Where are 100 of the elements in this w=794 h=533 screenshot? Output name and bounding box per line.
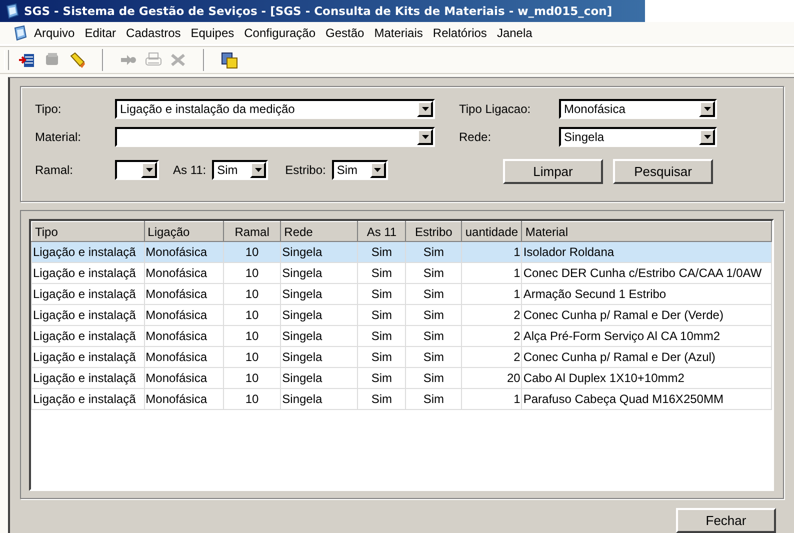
table-cell: Sim <box>405 346 462 368</box>
close-button[interactable]: Fechar <box>676 508 776 533</box>
table-cell: Sim <box>405 284 462 304</box>
column-header[interactable]: Tipo <box>32 222 144 242</box>
menu-item[interactable]: Arquivo <box>30 24 79 42</box>
menu-item[interactable]: Configuração <box>240 24 320 42</box>
caret-icon <box>146 168 152 172</box>
dropdown-field[interactable]: Monofásica <box>559 99 717 119</box>
table-cell: 1 <box>462 262 522 284</box>
menu-item[interactable]: Editar <box>80 24 120 42</box>
dropdown-value: Ligação e instalação da medição <box>119 101 296 117</box>
menu-item[interactable]: Janela <box>492 24 536 42</box>
table-cell: Sim <box>358 262 406 284</box>
table-row[interactable]: Ligação e instalaçã Monofásica 10 Singela Sim Sim 2 Conec Cunha p/ Ramal e Der (Azul) <box>32 346 772 368</box>
dropdown-field[interactable]: Sim <box>332 160 388 180</box>
table-cell: 10 <box>223 262 281 284</box>
table-cell: Singela <box>280 262 358 284</box>
dropdown-value: Monofásica <box>563 101 626 117</box>
caret-icon <box>254 168 262 172</box>
table-cell: 10 <box>223 346 281 368</box>
table-cell: Singela <box>280 326 358 346</box>
table-cell: Isolador Roldana <box>522 242 772 262</box>
table-cell: Singela <box>280 346 358 368</box>
table-cell: Monofásica <box>144 388 224 410</box>
as11-label: As 11: <box>173 162 206 176</box>
column-header[interactable]: Ramal <box>223 222 281 242</box>
dropdown-button[interactable] <box>250 162 266 178</box>
table-cell: Sim <box>405 368 462 388</box>
table-cell: Ligação e instalaçã <box>32 242 144 262</box>
document-icon[interactable] <box>12 25 28 41</box>
table-row[interactable]: Ligação e instalaçã Monofásica 10 Singela Sim Sim 1 Parafuso Cabeça Quad M16X250MM <box>32 388 772 410</box>
dropdown-button[interactable] <box>417 101 433 117</box>
tipo-ligacao-label: Tipo Ligacao: <box>459 102 532 116</box>
table-cell: Ligação e instalaçã <box>32 284 144 304</box>
insert-row-icon[interactable] <box>19 52 36 68</box>
tipo-label: Tipo: <box>35 102 62 116</box>
table-row[interactable]: Ligação e instalaçã Monofásica 10 Singela Sim Sim 1 Conec DER Cunha c/Estribo CA/CAA 1/0AW <box>32 262 772 284</box>
app-icon <box>4 3 20 19</box>
dropdown-field[interactable]: Singela <box>559 127 717 147</box>
estribo-label: Estribo: <box>285 162 326 176</box>
dropdown-field[interactable]: Sim <box>212 160 268 180</box>
menu-item[interactable]: Cadastros <box>122 24 185 42</box>
table-cell: 10 <box>223 326 281 346</box>
table-cell: Singela <box>280 242 358 262</box>
table-cell: Sim <box>358 242 406 262</box>
table-cell: Conec Cunha p/ Ramal e Der (Verde) <box>522 304 772 326</box>
table-row[interactable]: Ligação e instalaçã Monofásica 10 Singela Sim Sim 2 Alça Pré-Form Serviço Al CA 10mm2 <box>32 326 772 346</box>
caret-icon <box>704 107 710 111</box>
dropdown-field[interactable] <box>115 127 435 147</box>
table-cell: Monofásica <box>144 242 224 262</box>
table-cell: 2 <box>462 304 522 326</box>
table-row[interactable]: Ligação e instalaçã Monofásica 10 Singela Sim Sim 1 Armação Secund 1 Estribo <box>32 284 772 304</box>
menu-item[interactable]: Gestão <box>322 24 368 42</box>
table-cell: Ligação e instalaçã <box>32 262 144 284</box>
table-cell: 20 <box>462 368 522 388</box>
clear-button[interactable]: Limpar <box>503 159 603 184</box>
table-cell: Monofásica <box>144 262 224 284</box>
table-cell: Sim <box>405 326 462 346</box>
menu-item[interactable]: Relatórios <box>428 24 491 42</box>
table-row[interactable]: Ligação e instalaçã Monofásica 10 Singela Sim Sim 2 Conec Cunha p/ Ramal e Der (Verde) <box>32 304 772 326</box>
table-cell: Alça Pré-Form Serviço Al CA 10mm2 <box>522 326 772 346</box>
menu-item[interactable]: Materiais <box>370 24 427 42</box>
table-cell: Sim <box>405 262 462 284</box>
table-cell: 10 <box>223 388 281 410</box>
dropdown-field[interactable]: Ligação e instalação da medição <box>115 99 435 119</box>
dropdown-field[interactable] <box>115 160 159 180</box>
table-cell: Singela <box>280 368 358 388</box>
menu-item[interactable]: Equipes <box>186 24 238 42</box>
table-row[interactable]: Ligação e instalaçã Monofásica 10 Singela Sim Sim 20 Cabo Al Duplex 1X10+10mm2 <box>32 368 772 388</box>
eraser-icon[interactable] <box>69 52 86 68</box>
column-header[interactable]: Estribo <box>405 222 462 242</box>
table-cell: Sim <box>358 284 406 304</box>
table-cell: Ligação e instalaçã <box>32 304 144 326</box>
dropdown-value: Sim <box>216 162 239 178</box>
column-header[interactable]: Rede <box>280 222 358 242</box>
table-row[interactable]: Ligação e instalaçã Monofásica 10 Singela Sim Sim 1 Isolador Roldana <box>32 242 772 262</box>
dropdown-button[interactable] <box>699 101 715 117</box>
table-cell: Monofásica <box>144 326 224 346</box>
dropdown-button[interactable] <box>417 129 433 145</box>
caret-icon <box>374 168 382 172</box>
dropdown-button[interactable] <box>370 162 386 178</box>
table-cell: 2 <box>462 326 522 346</box>
column-header[interactable]: uantidade <box>462 222 522 242</box>
table-cell: 1 <box>462 284 522 304</box>
column-header[interactable]: As 11 <box>358 222 406 242</box>
caret-icon <box>422 107 428 111</box>
table-cell: 1 <box>462 242 522 262</box>
column-header[interactable]: Material <box>522 222 772 242</box>
table-cell: 10 <box>223 304 281 326</box>
dropdown-button[interactable] <box>141 162 157 178</box>
caret-icon <box>704 135 710 139</box>
table-cell: Monofásica <box>144 368 224 388</box>
window-title: SGS - Sistema de Gestão de Seviços - [SGS - Consulta de Kits de Materiais - w_md015_con] <box>24 4 612 18</box>
help-window-icon[interactable] <box>221 52 238 68</box>
dropdown-value: Sim <box>336 162 358 178</box>
column-header[interactable]: Ligação <box>144 222 224 242</box>
table-cell: 10 <box>223 242 281 262</box>
dropdown-button[interactable] <box>699 129 715 145</box>
search-button[interactable]: Pesquisar <box>613 159 713 184</box>
table-cell: Singela <box>280 388 358 410</box>
